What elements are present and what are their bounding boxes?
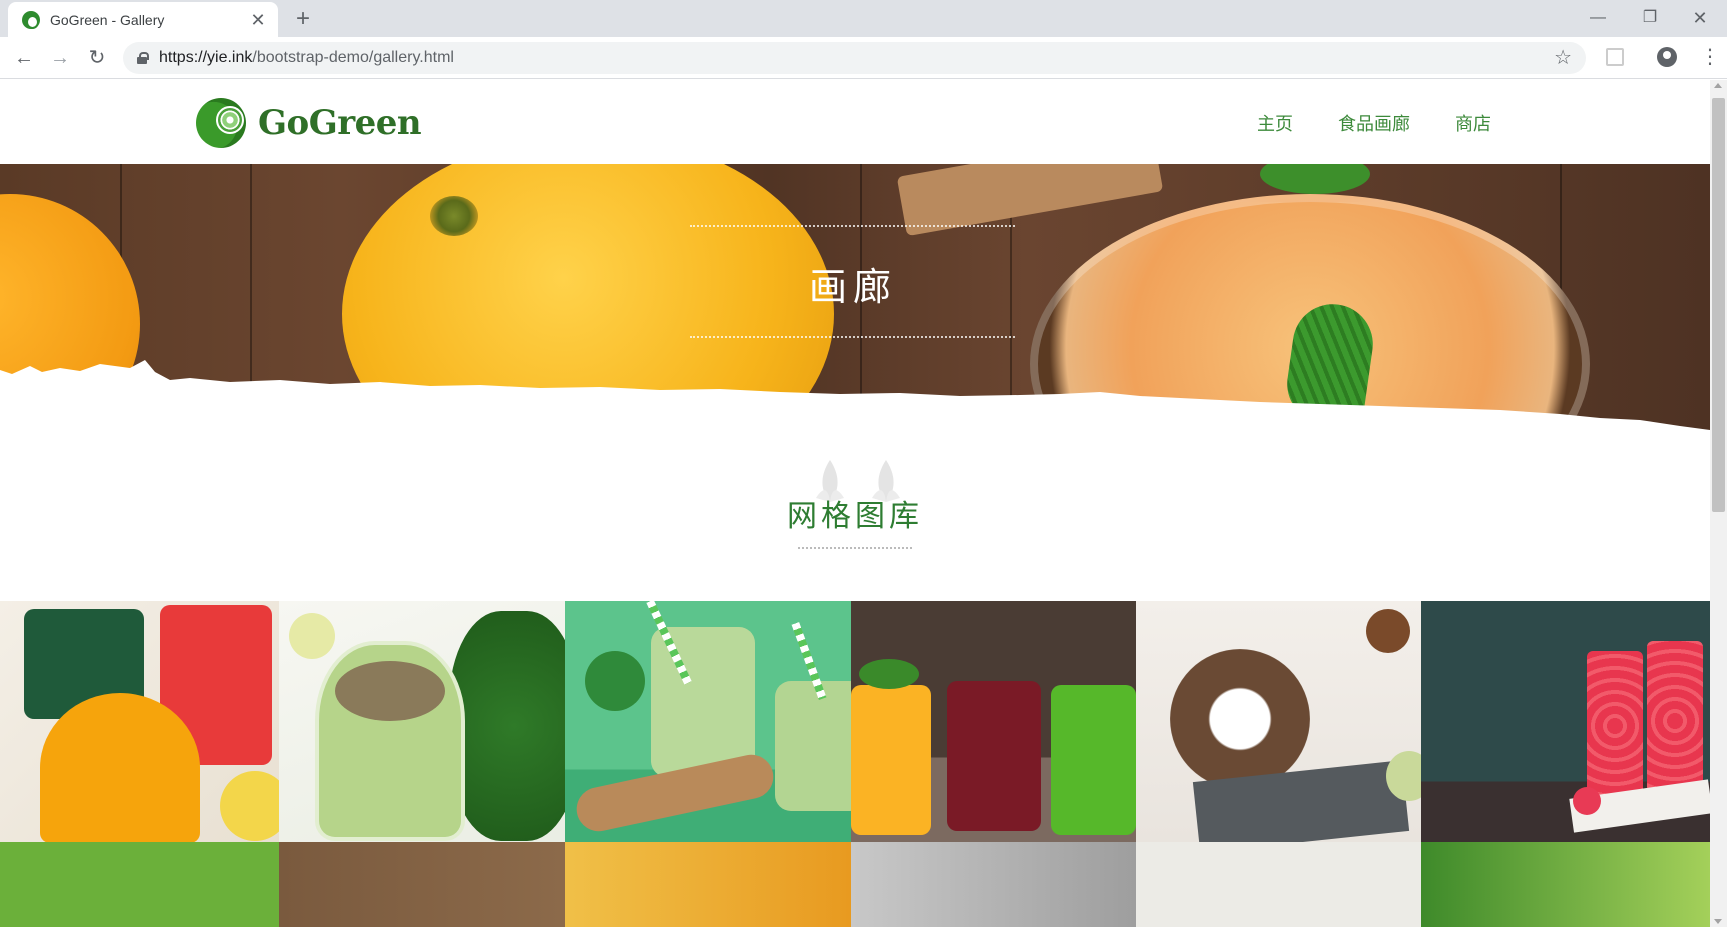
gallery-tile-raspberry-glasses[interactable] — [1421, 601, 1710, 842]
nav-link-home[interactable]: 主页 — [1257, 110, 1293, 136]
gallery-tile-row2-3[interactable] — [565, 842, 851, 927]
browser-tab-strip: GoGreen - Gallery ✕ + — ❐ ✕ — [0, 0, 1727, 37]
gallery-tile-row2-4[interactable] — [851, 842, 1136, 927]
tab-close-icon[interactable]: ✕ — [248, 11, 268, 29]
new-tab-button[interactable]: + — [290, 6, 316, 32]
url-path: /bootstrap-demo/gallery.html — [252, 49, 454, 66]
hero-orange-stem — [430, 196, 478, 236]
profile-avatar-icon[interactable] — [1657, 47, 1677, 67]
gallery-tile-row2-5[interactable] — [1136, 842, 1421, 927]
page-scrollbar[interactable] — [1710, 80, 1727, 927]
bookmark-star-icon[interactable]: ☆ — [1554, 45, 1572, 70]
gallery-tile-row2-6[interactable] — [1421, 842, 1710, 927]
section-title: 网格图库 — [787, 499, 923, 534]
gogreen-favicon-icon — [22, 10, 40, 29]
browser-menu-icon[interactable]: ⋮ — [1700, 44, 1720, 70]
nav-link-shop[interactable]: 商店 — [1455, 110, 1491, 136]
hero-dotted-divider-bottom — [690, 336, 1015, 338]
logo-text: GoGreen — [258, 103, 422, 143]
reload-icon[interactable]: ↻ — [83, 44, 111, 72]
hero-title: 画廊 — [808, 265, 897, 309]
lime-logo-icon — [196, 98, 246, 148]
site-logo[interactable]: GoGreen — [196, 98, 422, 148]
back-arrow-icon[interactable]: ← — [10, 44, 38, 72]
scroll-up-arrow-icon[interactable] — [1714, 83, 1722, 88]
site-header: GoGreen 主页 食品画廊 商店 — [0, 80, 1710, 164]
gallery-grid — [0, 601, 1710, 927]
browser-tab-active[interactable]: GoGreen - Gallery ✕ — [8, 2, 278, 37]
hero-banner: 画廊 — [0, 164, 1710, 444]
forward-arrow-icon[interactable]: → — [46, 44, 74, 72]
address-bar[interactable]: https://yie.ink/bootstrap-demo/gallery.h… — [123, 42, 1586, 74]
window-restore-button[interactable]: ❐ — [1627, 4, 1673, 32]
gallery-tile-row2-1[interactable] — [0, 842, 279, 927]
section-dotted-divider — [798, 547, 912, 549]
gallery-tile-juice-jars[interactable] — [851, 601, 1136, 842]
address-url[interactable]: https://yie.ink/bootstrap-demo/gallery.h… — [159, 49, 454, 67]
tab-title: GoGreen - Gallery — [50, 11, 165, 28]
gallery-tile-green-smoothie-jar[interactable] — [279, 601, 565, 842]
extension-icon[interactable] — [1606, 48, 1624, 66]
hero-dotted-divider-top — [690, 225, 1015, 227]
nav-link-food-gallery[interactable]: 食品画廊 — [1338, 110, 1410, 136]
lock-icon[interactable] — [137, 52, 149, 64]
hero-mint-top — [1260, 164, 1370, 194]
window-close-button[interactable]: ✕ — [1677, 4, 1723, 32]
page-viewport: GoGreen 主页 食品画廊 商店 画廊 网格图库 — [0, 80, 1710, 927]
gallery-tile-juice-glasses[interactable] — [0, 601, 279, 842]
browser-toolbar: ← → ↻ https://yie.ink/bootstrap-demo/gal… — [0, 37, 1727, 79]
scroll-down-arrow-icon[interactable] — [1714, 919, 1722, 924]
gallery-tile-green-smoothie-straws[interactable] — [565, 601, 851, 842]
scroll-thumb[interactable] — [1712, 98, 1725, 512]
torn-paper-edge — [0, 360, 1710, 444]
gallery-tile-coconut-smoothie[interactable] — [1136, 601, 1421, 842]
gallery-tile-row2-2[interactable] — [279, 842, 565, 927]
url-host: https://yie.ink — [159, 49, 253, 66]
window-minimize-button[interactable]: — — [1575, 4, 1621, 32]
